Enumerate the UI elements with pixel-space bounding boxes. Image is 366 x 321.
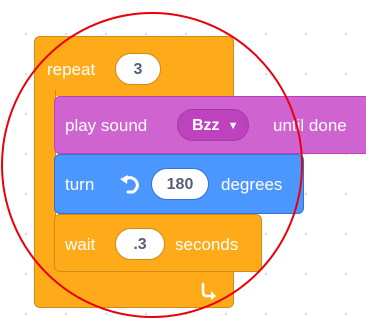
repeat-block-bottom bbox=[34, 270, 234, 308]
until-done-label: until done bbox=[273, 116, 347, 135]
chevron-down-icon: ▼ bbox=[227, 120, 239, 132]
repeat-block[interactable]: repeat 3 bbox=[34, 36, 234, 96]
seconds-label: seconds bbox=[175, 235, 239, 254]
turn-left-block[interactable]: turn 180 degrees bbox=[54, 154, 304, 214]
wait-label: wait bbox=[65, 235, 96, 254]
sound-dropdown[interactable]: Bzz ▼ bbox=[177, 109, 250, 141]
play-sound-until-done-block[interactable]: play sound Bzz ▼ until done bbox=[54, 96, 366, 154]
turn-label: turn bbox=[65, 175, 95, 194]
turn-degrees-input[interactable]: 180 bbox=[151, 168, 209, 200]
sound-dropdown-value: Bzz bbox=[192, 117, 220, 134]
rotate-left-icon bbox=[117, 172, 143, 196]
wait-seconds-input[interactable]: .3 bbox=[115, 228, 165, 260]
play-sound-label: play sound bbox=[65, 116, 148, 135]
degrees-label: degrees bbox=[221, 175, 283, 194]
repeat-block-arm bbox=[34, 90, 56, 280]
loop-arrow-icon bbox=[199, 280, 219, 300]
repeat-label: repeat bbox=[47, 60, 96, 79]
wait-seconds-block[interactable]: wait .3 seconds bbox=[54, 214, 262, 272]
repeat-count-input[interactable]: 3 bbox=[115, 53, 161, 85]
